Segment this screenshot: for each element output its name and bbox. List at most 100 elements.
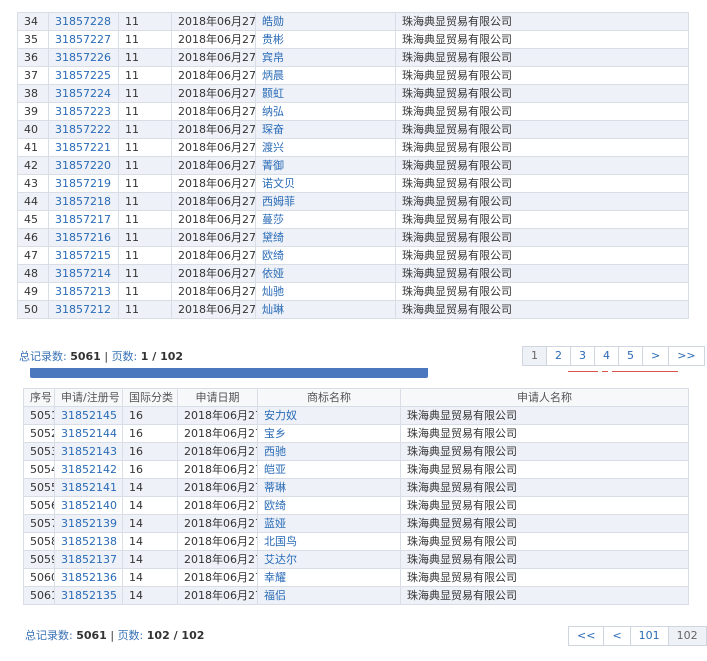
- applicant-cell: 珠海典显贸易有限公司: [395, 48, 689, 67]
- reg-no-link[interactable]: 31857213: [48, 282, 119, 301]
- reg-no-link[interactable]: 31857219: [48, 174, 119, 193]
- mark-name-link[interactable]: 灿琳: [255, 300, 396, 319]
- mark-name-link[interactable]: 菁御: [255, 156, 396, 175]
- class-cell: 11: [118, 228, 172, 247]
- records-count: 5061: [70, 350, 101, 363]
- mark-name-link[interactable]: 琛奋: [255, 120, 396, 139]
- page-link[interactable]: 102: [667, 626, 707, 646]
- reg-no-link[interactable]: 31857221: [48, 138, 119, 157]
- page-link[interactable]: 3: [570, 346, 595, 366]
- mark-name-link[interactable]: 皑亚: [257, 460, 401, 479]
- mark-name-link[interactable]: 安力奴: [257, 406, 401, 425]
- reg-no-link[interactable]: 31857216: [48, 228, 119, 247]
- mark-name-link[interactable]: 艾达尔: [257, 550, 401, 569]
- class-cell: 14: [122, 478, 178, 497]
- date-cell: 2018年06月27日: [171, 102, 256, 121]
- mark-name-link[interactable]: 颢虹: [255, 84, 396, 103]
- reg-no-link[interactable]: 31857218: [48, 192, 119, 211]
- table-row: 505831852138142018年06月27日北国鸟珠海典显贸易有限公司: [23, 532, 689, 551]
- applicant-cell: 珠海典显贸易有限公司: [395, 66, 689, 85]
- mark-name-link[interactable]: 宾帛: [255, 48, 396, 67]
- date-cell: 2018年06月27日: [171, 210, 256, 229]
- applicant-cell: 珠海典显贸易有限公司: [395, 300, 689, 319]
- reg-no-link[interactable]: 31852135: [54, 586, 123, 605]
- header-reg-no[interactable]: 申请/注册号: [54, 388, 123, 407]
- mark-name-link[interactable]: 蓝娅: [257, 514, 401, 533]
- header-seq[interactable]: 序号: [23, 388, 55, 407]
- header-date[interactable]: 申请日期: [177, 388, 258, 407]
- mark-name-link[interactable]: 蒂琳: [257, 478, 401, 497]
- mark-name-link[interactable]: 宝乡: [257, 424, 401, 443]
- mark-name-link[interactable]: 幸耀: [257, 568, 401, 587]
- mark-name-link[interactable]: 依娅: [255, 264, 396, 283]
- reg-no-link[interactable]: 31852138: [54, 532, 123, 551]
- class-cell: 11: [118, 120, 172, 139]
- page-link[interactable]: 4: [594, 346, 619, 366]
- reg-no-link[interactable]: 31852144: [54, 424, 123, 443]
- mark-name-link[interactable]: 北国鸟: [257, 532, 401, 551]
- table-row: 505631852140142018年06月27日欧绮珠海典显贸易有限公司: [23, 496, 689, 515]
- date-cell: 2018年06月27日: [177, 514, 258, 533]
- page-link[interactable]: >>: [668, 346, 705, 366]
- mark-name-link[interactable]: 皓勋: [255, 12, 396, 31]
- mark-name-link[interactable]: 西驰: [257, 442, 401, 461]
- applicant-cell: 珠海典显贸易有限公司: [395, 84, 689, 103]
- mark-name-link[interactable]: 黛绮: [255, 228, 396, 247]
- top-table-body: 3431857228112018年06月27日皓勋珠海典显贸易有限公司35318…: [17, 12, 689, 319]
- reg-no-link[interactable]: 31852136: [54, 568, 123, 587]
- seq-cell: 48: [17, 264, 49, 283]
- mark-name-link[interactable]: 欧绮: [255, 246, 396, 265]
- reg-no-link[interactable]: 31852142: [54, 460, 123, 479]
- mark-name-link[interactable]: 渡兴: [255, 138, 396, 157]
- reg-no-link[interactable]: 31857227: [48, 30, 119, 49]
- class-cell: 14: [122, 568, 178, 587]
- reg-no-link[interactable]: 31852145: [54, 406, 123, 425]
- page-link[interactable]: 2: [546, 346, 571, 366]
- reg-no-link[interactable]: 31857225: [48, 66, 119, 85]
- seq-cell: 5053: [23, 442, 55, 461]
- reg-no-link[interactable]: 31852143: [54, 442, 123, 461]
- mark-name-link[interactable]: 炳晨: [255, 66, 396, 85]
- mark-name-link[interactable]: 欧绮: [257, 496, 401, 515]
- table-row: 5031857212112018年06月27日灿琳珠海典显贸易有限公司: [17, 300, 689, 319]
- reg-no-link[interactable]: 31857212: [48, 300, 119, 319]
- page-link[interactable]: >: [642, 346, 670, 366]
- applicant-cell: 珠海典显贸易有限公司: [400, 550, 689, 569]
- header-applicant[interactable]: 申请人名称: [400, 388, 689, 407]
- reg-no-link[interactable]: 31857217: [48, 210, 119, 229]
- class-cell: 11: [118, 210, 172, 229]
- seq-cell: 5054: [23, 460, 55, 479]
- seq-cell: 42: [17, 156, 49, 175]
- mark-name-link[interactable]: 贵彬: [255, 30, 396, 49]
- mark-name-link[interactable]: 西姆菲: [255, 192, 396, 211]
- mark-name-link[interactable]: 灿驰: [255, 282, 396, 301]
- date-cell: 2018年06月27日: [177, 568, 258, 587]
- mark-name-link[interactable]: 纳弘: [255, 102, 396, 121]
- reg-no-link[interactable]: 31857215: [48, 246, 119, 265]
- mark-name-link[interactable]: 诺文贝: [255, 174, 396, 193]
- page-link[interactable]: 1: [522, 346, 547, 366]
- reg-no-link[interactable]: 31852137: [54, 550, 123, 569]
- reg-no-link[interactable]: 31852139: [54, 514, 123, 533]
- page-link[interactable]: 101: [629, 626, 669, 646]
- reg-no-link[interactable]: 31857226: [48, 48, 119, 67]
- mark-name-link[interactable]: 蔓莎: [255, 210, 396, 229]
- page-link[interactable]: 5: [618, 346, 643, 366]
- page-link[interactable]: <<: [568, 626, 605, 646]
- table-row: 4131857221112018年06月27日渡兴珠海典显贸易有限公司: [17, 138, 689, 157]
- reg-no-link[interactable]: 31857228: [48, 12, 119, 31]
- page-link[interactable]: <: [603, 626, 631, 646]
- class-cell: 14: [122, 586, 178, 605]
- header-mark-name[interactable]: 商标名称: [257, 388, 401, 407]
- reg-no-link[interactable]: 31857224: [48, 84, 119, 103]
- reg-no-link[interactable]: 31857220: [48, 156, 119, 175]
- reg-no-link[interactable]: 31852141: [54, 478, 123, 497]
- seq-cell: 5059: [23, 550, 55, 569]
- header-class[interactable]: 国际分类: [122, 388, 178, 407]
- reg-no-link[interactable]: 31857222: [48, 120, 119, 139]
- reg-no-link[interactable]: 31857223: [48, 102, 119, 121]
- reg-no-link[interactable]: 31852140: [54, 496, 123, 515]
- reg-no-link[interactable]: 31857214: [48, 264, 119, 283]
- mark-name-link[interactable]: 福侣: [257, 586, 401, 605]
- class-cell: 11: [118, 12, 172, 31]
